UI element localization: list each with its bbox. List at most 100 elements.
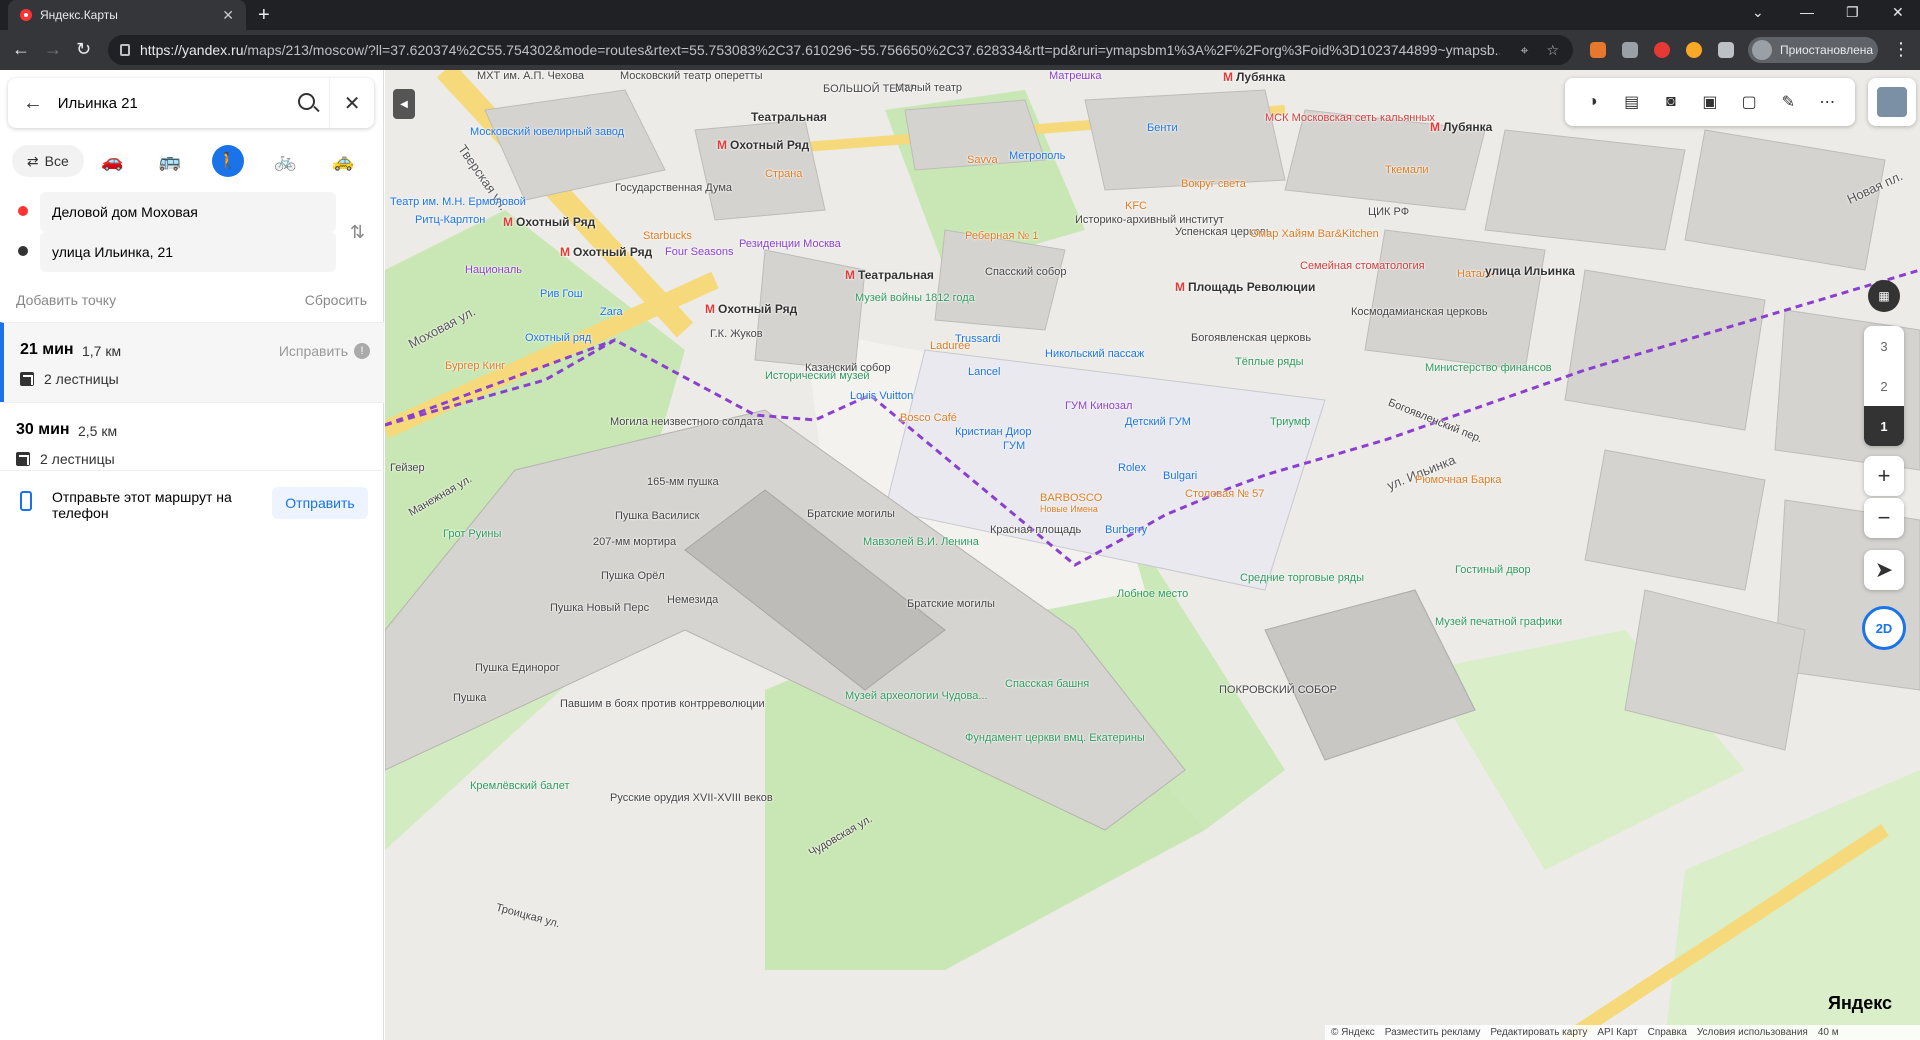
- poi-label[interactable]: ГУМ: [1003, 440, 1025, 452]
- poi-label[interactable]: Немезида: [667, 594, 718, 606]
- poi-label[interactable]: Burberry: [1105, 524, 1147, 536]
- poi-label[interactable]: Гостиный двор: [1455, 564, 1531, 576]
- poi-label[interactable]: Павшим в боях против контрреволюции: [560, 698, 765, 710]
- profile-button[interactable]: Приостановлена: [1748, 37, 1878, 63]
- poi-label[interactable]: Могила неизвестного солдата: [610, 416, 763, 428]
- map-canvas[interactable]: Охотный Ряд Охотный Ряд Охотный Ряд Охот…: [385, 70, 1920, 1040]
- poi-label[interactable]: Московский ювелирный завод: [470, 126, 624, 138]
- poi-label[interactable]: Кристиан Диор: [955, 426, 1031, 438]
- poi-label[interactable]: МСК Московская сеть кальянных: [1265, 112, 1435, 124]
- ruler-icon[interactable]: ✎: [1774, 88, 1802, 116]
- poi-label[interactable]: Г.К. Жуков: [710, 328, 763, 340]
- poi-label[interactable]: 207-мм мортира: [593, 536, 676, 548]
- metro-label[interactable]: Театральная: [751, 110, 827, 124]
- poi-label[interactable]: Starbucks: [643, 230, 692, 242]
- poi-label[interactable]: ПОКРОВСКИЙ СОБОР: [1219, 684, 1337, 696]
- back-arrow-icon[interactable]: ←: [12, 39, 30, 59]
- location-pin-icon[interactable]: ⌖: [1521, 42, 1529, 59]
- poi-label[interactable]: Savva: [967, 154, 998, 166]
- floor-1[interactable]: 1: [1864, 406, 1904, 446]
- poi-label[interactable]: Bulgari: [1163, 470, 1197, 482]
- poi-label[interactable]: Рюмочная Барка: [1415, 474, 1501, 486]
- car-icon[interactable]: 🚗: [84, 145, 142, 177]
- poi-label[interactable]: Государственная Дума: [615, 182, 732, 194]
- poi-label[interactable]: Братские могилы: [807, 508, 895, 520]
- bookmark-star-icon[interactable]: ☆: [1546, 42, 1559, 59]
- footer-link[interactable]: Справка: [1648, 1027, 1687, 1038]
- footer-link[interactable]: Разместить рекламу: [1385, 1027, 1481, 1038]
- poi-label[interactable]: Охотный ряд: [525, 332, 591, 344]
- poi-label[interactable]: ГУМ Кинозал: [1065, 400, 1132, 412]
- poi-label[interactable]: Бенти: [1147, 122, 1178, 134]
- metro-label[interactable]: Лубянка: [1430, 120, 1492, 134]
- poi-label[interactable]: Космодамианская церковь: [1351, 306, 1488, 318]
- poi-label[interactable]: Триумф: [1270, 416, 1310, 428]
- poi-label[interactable]: Пушка Орёл: [601, 570, 665, 582]
- metro-label[interactable]: Охотный Ряд: [560, 245, 652, 259]
- camera-icon[interactable]: ◙: [1657, 88, 1685, 116]
- poi-label[interactable]: Zara: [600, 306, 623, 318]
- poi-label[interactable]: Lancel: [968, 366, 1000, 378]
- poi-label[interactable]: Bosco Café: [900, 412, 957, 424]
- 2d-toggle-button[interactable]: 2D: [1862, 606, 1906, 650]
- back-arrow-icon[interactable]: ←: [8, 92, 58, 115]
- transit-icon[interactable]: ▣: [1696, 88, 1724, 116]
- poi-label[interactable]: Лобное место: [1117, 588, 1188, 600]
- building-indoor-icon[interactable]: ▦: [1868, 280, 1900, 312]
- floor-3[interactable]: 3: [1864, 326, 1904, 366]
- poi-label[interactable]: Ритц-Карлтон: [415, 214, 485, 226]
- poi-label[interactable]: Мавзолей В.И. Ленина: [863, 536, 979, 548]
- minimize-button[interactable]: —: [1800, 4, 1814, 20]
- extensions-puzzle-icon[interactable]: [1718, 42, 1734, 58]
- search-icon[interactable]: [286, 78, 331, 128]
- point-b-field[interactable]: улица Ильинка, 21: [40, 232, 336, 272]
- zoom-out-button[interactable]: −: [1864, 498, 1904, 538]
- metro-label[interactable]: Театральная: [845, 268, 934, 282]
- poi-label[interactable]: Семейная стоматология: [1300, 260, 1425, 272]
- extension-icon[interactable]: [1590, 42, 1606, 58]
- poi-label[interactable]: Детский ГУМ: [1125, 416, 1191, 428]
- zoom-in-button[interactable]: +: [1864, 456, 1904, 496]
- route-option-1[interactable]: 21 мин 1,7 км Исправить ! 2 лестницы: [0, 322, 384, 402]
- browser-menu-kebab-icon[interactable]: ⋮: [1892, 39, 1910, 60]
- close-window-button[interactable]: ✕: [1892, 4, 1904, 21]
- destination-label[interactable]: улица Ильинка: [1485, 264, 1575, 278]
- poi-label[interactable]: Омар Хайям Bar&Kitchen: [1250, 228, 1379, 240]
- metro-label[interactable]: Лубянка: [1223, 70, 1285, 84]
- tab-close-icon[interactable]: ✕: [222, 7, 234, 24]
- poi-label[interactable]: Фундамент церкви вмц. Екатерины: [965, 732, 1145, 744]
- browser-menu-icon[interactable]: ⌄: [1752, 4, 1764, 21]
- poi-label[interactable]: Пушка Василиск: [615, 510, 699, 522]
- poi-label[interactable]: МХТ им. А.П. Чехова: [477, 70, 584, 82]
- poi-label[interactable]: Никольский пассаж: [1045, 348, 1144, 360]
- metro-label[interactable]: Охотный Ряд: [705, 302, 797, 316]
- poi-label[interactable]: Театр им. М.Н. Ермоловой: [390, 196, 526, 208]
- info-icon[interactable]: !: [354, 343, 370, 359]
- poi-label[interactable]: Rolex: [1118, 462, 1146, 474]
- browser-tab[interactable]: Яндекс.Карты ✕: [8, 0, 246, 30]
- metro-label[interactable]: Охотный Ряд: [717, 138, 809, 152]
- poi-label[interactable]: Историко-архивный институт: [1075, 214, 1224, 226]
- layers-icon[interactable]: ◑: [1579, 88, 1607, 116]
- reset-link[interactable]: Сбросить: [305, 292, 367, 308]
- poi-label[interactable]: Страна: [765, 168, 802, 180]
- poi-label[interactable]: Музей войны 1812 года: [855, 292, 975, 304]
- footer-link[interactable]: Условия использования: [1697, 1027, 1808, 1038]
- geolocation-icon[interactable]: ➤: [1864, 550, 1904, 590]
- collapse-sidebar-button[interactable]: ◀: [393, 89, 415, 119]
- poi-label[interactable]: Националь: [465, 264, 522, 276]
- poi-label[interactable]: Ткемали: [1385, 164, 1429, 176]
- poi-label[interactable]: Средние торговые ряды: [1240, 572, 1364, 584]
- extension-icon[interactable]: [1654, 42, 1670, 58]
- poi-label[interactable]: Московский театр оперетты: [620, 70, 763, 82]
- fix-route-link[interactable]: Исправить: [279, 343, 348, 359]
- poi-label[interactable]: Бургер Кинг: [445, 360, 505, 372]
- panorama-icon[interactable]: ▤: [1618, 88, 1646, 116]
- poi-label[interactable]: Пушка Новый Перс: [550, 602, 649, 614]
- mode-all[interactable]: ⇄ Все: [12, 145, 84, 177]
- poi-label[interactable]: Louis Vuitton: [850, 390, 913, 402]
- search-input[interactable]: [57, 94, 287, 112]
- poi-label[interactable]: Столовая № 57: [1185, 488, 1264, 500]
- poi-label[interactable]: Казанский собор: [805, 362, 891, 374]
- poi-label[interactable]: Спасская башня: [1005, 678, 1089, 690]
